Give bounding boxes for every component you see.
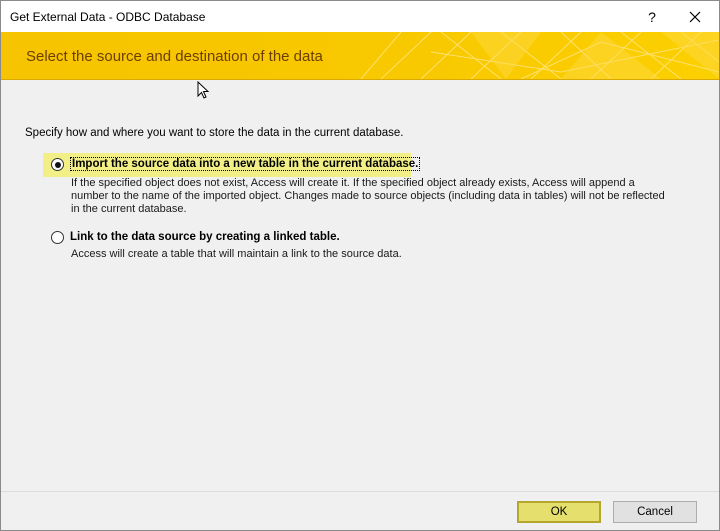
ok-button[interactable]: OK [517,501,601,523]
close-button[interactable] [677,5,713,29]
close-icon [689,11,701,23]
button-bar: OK Cancel [1,491,719,530]
header-banner: Select the source and destination of the… [1,32,719,80]
help-button[interactable]: ? [637,5,667,29]
dialog-window: Get External Data - ODBC Database ? Sele… [0,0,720,531]
link-option-description: Access will create a table that will mai… [71,248,402,260]
import-option-description: If the specified object does not exist, … [71,177,665,215]
banner-title: Select the source and destination of the… [26,48,323,65]
link-radio-button[interactable] [51,231,64,244]
cancel-button[interactable]: Cancel [613,501,697,523]
import-option-label[interactable]: Import the source data into a new table … [70,157,421,171]
window-title: Get External Data - ODBC Database [10,10,206,24]
import-radio-button[interactable] [51,158,64,171]
instruction-text: Specify how and where you want to store … [25,127,404,139]
link-option-label[interactable]: Link to the data source by creating a li… [70,231,340,243]
title-bar: Get External Data - ODBC Database ? [1,1,719,32]
mouse-pointer-icon [197,81,210,99]
help-icon: ? [648,9,656,25]
